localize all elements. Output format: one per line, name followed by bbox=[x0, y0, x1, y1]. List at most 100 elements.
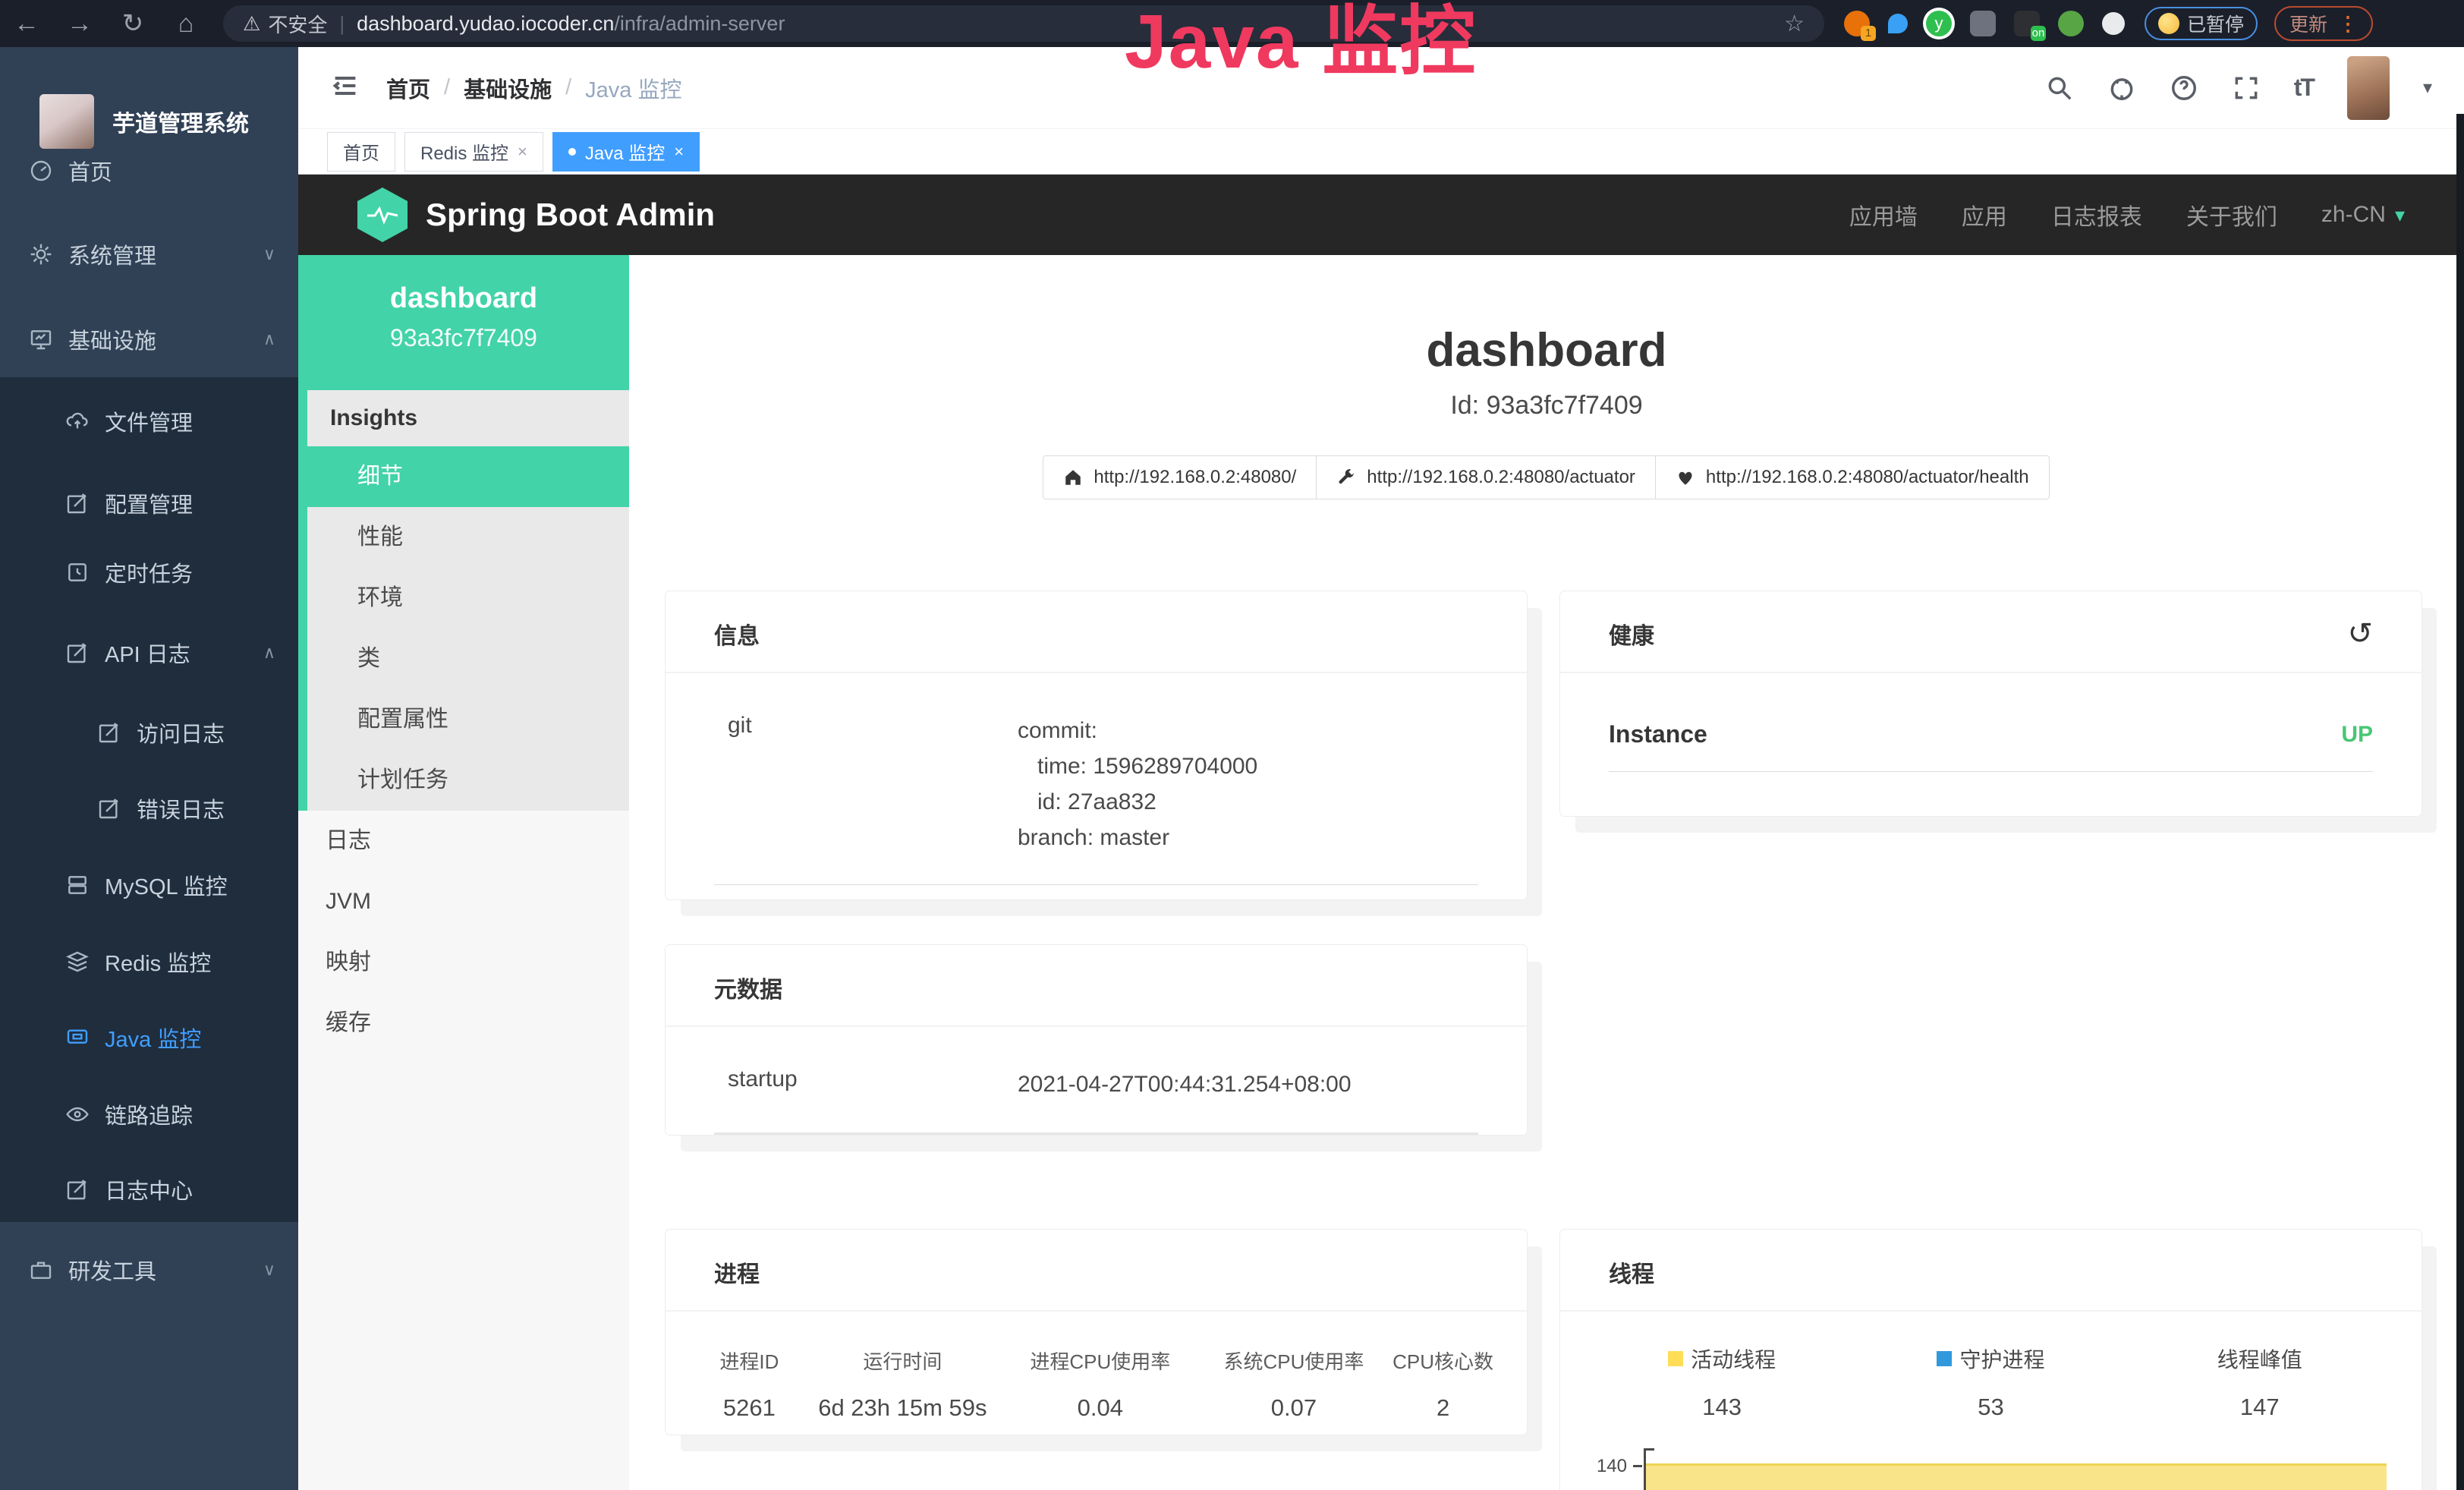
health-url-button[interactable]: http://192.168.0.2:48080/actuator/health bbox=[1655, 455, 2050, 499]
help-icon[interactable] bbox=[2170, 74, 2198, 102]
extensions-puzzle-icon[interactable] bbox=[2102, 12, 2125, 35]
breadcrumb-separator: / bbox=[444, 75, 450, 100]
forward-icon[interactable]: → bbox=[53, 9, 106, 39]
user-menu-caret-icon[interactable]: ▾ bbox=[2423, 77, 2432, 99]
sba-item-details[interactable]: 细节 bbox=[298, 446, 629, 507]
sidebar-item-tracing[interactable]: 链路追踪 bbox=[0, 1089, 298, 1139]
sba-section-insights: Insights bbox=[307, 390, 629, 446]
sba-item-logs[interactable]: 日志 bbox=[298, 811, 629, 871]
git-id-line: id: 27aa832 bbox=[1018, 784, 1257, 820]
tab-redis-monitor[interactable]: Redis 监控 × bbox=[404, 132, 543, 172]
java-monitor-icon bbox=[65, 1025, 90, 1050]
bookmark-star-icon[interactable]: ☆ bbox=[1784, 11, 1805, 37]
history-icon[interactable]: ↺ bbox=[2347, 619, 2373, 649]
legend-label: 守护进程 bbox=[1959, 1344, 2044, 1374]
card-process-title: 进程 bbox=[714, 1255, 760, 1289]
card-health: 健康 ↺ Instance UP bbox=[1560, 591, 2422, 816]
sba-item-classes[interactable]: 类 bbox=[307, 628, 629, 689]
url-divider: | bbox=[339, 12, 345, 36]
tab-java-monitor[interactable]: Java 监控 × bbox=[552, 132, 700, 172]
threads-legend-row: 活动线程 守护进程 线程峰值 bbox=[1588, 1344, 2394, 1374]
font-size-icon[interactable]: tT bbox=[2294, 74, 2314, 102]
sba-item-metrics[interactable]: 性能 bbox=[307, 507, 629, 568]
close-icon[interactable]: × bbox=[518, 142, 527, 162]
browser-update-button[interactable]: 更新 ⋮ bbox=[2274, 6, 2373, 41]
sba-nav-about[interactable]: 关于我们 bbox=[2186, 198, 2277, 232]
sba-item-caches[interactable]: 缓存 bbox=[298, 993, 629, 1054]
browser-menu-icon[interactable]: ⋮ bbox=[2338, 12, 2358, 36]
sidebar-item-system[interactable]: 系统管理 ∨ bbox=[0, 229, 298, 279]
url-bar[interactable]: ⚠ 不安全 | dashboard.yudao.iocoder.cn /infr… bbox=[223, 5, 1824, 42]
sba-logo-icon[interactable] bbox=[357, 187, 408, 242]
sba-nav-wallboard[interactable]: 应用墙 bbox=[1849, 198, 1918, 232]
cloud-upload-icon bbox=[65, 409, 90, 433]
extension-badge: 1 bbox=[1861, 26, 1876, 41]
sba-item-mappings[interactable]: 映射 bbox=[298, 932, 629, 993]
extension-icon-green-y[interactable]: y bbox=[1926, 11, 1952, 36]
sidebar-item-home[interactable]: 首页 bbox=[0, 146, 298, 196]
database-icon bbox=[65, 873, 90, 897]
sidebar-item-error-log[interactable]: 错误日志 bbox=[0, 783, 298, 833]
sidebar-item-label: MySQL 监控 bbox=[105, 869, 228, 901]
sba-brand[interactable]: Spring Boot Admin bbox=[426, 197, 715, 233]
sba-instance-panel[interactable]: dashboard 93a3fc7f7409 bbox=[298, 255, 629, 390]
sidebar-item-java-monitor[interactable]: Java 监控 bbox=[0, 1013, 298, 1063]
breadcrumb-home[interactable]: 首页 bbox=[386, 72, 430, 104]
sidebar-item-label: 研发工具 bbox=[68, 1254, 156, 1286]
sba-item-jvm[interactable]: JVM bbox=[298, 871, 629, 932]
home-icon[interactable]: ⌂ bbox=[159, 9, 212, 39]
tab-home[interactable]: 首页 bbox=[327, 132, 395, 172]
security-warning-icon[interactable]: ⚠ bbox=[243, 12, 260, 36]
sba-nav-journal[interactable]: 日志报表 bbox=[2051, 198, 2142, 232]
sba-nav-applications[interactable]: 应用 bbox=[1962, 198, 2007, 232]
process-col-cores: CPU核心数 bbox=[1386, 1347, 1499, 1375]
extension-icon-pin[interactable] bbox=[1888, 14, 1908, 33]
legend-peak-threads: 线程峰值 bbox=[2217, 1344, 2302, 1374]
user-avatar[interactable] bbox=[2347, 56, 2390, 120]
extension-icon-dark[interactable]: on bbox=[2014, 11, 2040, 36]
sidebar-item-infra[interactable]: 基础设施 ∧ bbox=[0, 314, 298, 364]
extension-icon-leaf[interactable] bbox=[2058, 11, 2084, 36]
git-time-line: time: 1596289704000 bbox=[1018, 748, 1257, 784]
breadcrumb-infra[interactable]: 基础设施 bbox=[464, 72, 552, 104]
security-label[interactable]: 不安全 bbox=[268, 10, 327, 38]
process-cores: 2 bbox=[1386, 1394, 1499, 1422]
close-icon[interactable]: × bbox=[674, 142, 684, 162]
header-actions: tT ▾ bbox=[2045, 56, 2432, 120]
sba-language-select[interactable]: zh-CN ▾ bbox=[2321, 202, 2405, 228]
sidebar-item-jobs[interactable]: 定时任务 bbox=[0, 547, 298, 597]
sidebar-item-dev-tools[interactable]: 研发工具 ∨ bbox=[0, 1245, 298, 1295]
extension-icon-grid[interactable] bbox=[1970, 11, 1996, 36]
card-threads-title: 线程 bbox=[1609, 1255, 1654, 1289]
sidebar-item-files[interactable]: 文件管理 bbox=[0, 396, 298, 446]
sidebar-collapse-icon[interactable] bbox=[330, 71, 360, 105]
sidebar-item-config[interactable]: 配置管理 bbox=[0, 478, 298, 528]
sidebar-item-access-log[interactable]: 访问日志 bbox=[0, 707, 298, 758]
instance-id: 93a3fc7f7409 bbox=[298, 324, 629, 352]
service-url-button[interactable]: http://192.168.0.2:48080/ bbox=[1043, 455, 1317, 499]
app-title: 芋道管理系统 bbox=[112, 105, 249, 138]
extension-icon-orange[interactable]: 1 bbox=[1844, 11, 1870, 36]
github-icon[interactable] bbox=[2107, 74, 2136, 102]
sba-body: dashboard 93a3fc7f7409 Insights 细节 性能 环境… bbox=[298, 255, 2464, 1490]
health-url: http://192.168.0.2:48080/actuator/health bbox=[1706, 467, 2029, 488]
reload-icon[interactable]: ↻ bbox=[106, 8, 159, 39]
home-icon bbox=[1063, 468, 1083, 487]
sidebar-item-mysql[interactable]: MySQL 监控 bbox=[0, 860, 298, 910]
actuator-url-button[interactable]: http://192.168.0.2:48080/actuator bbox=[1316, 455, 1656, 499]
chevron-down-icon: ∨ bbox=[263, 244, 275, 264]
paused-label: 已暂停 bbox=[2187, 10, 2244, 37]
sidebar-item-log-center[interactable]: 日志中心 bbox=[0, 1164, 298, 1214]
card-info: 信息 git commit: time: 1596289704000 id: 2… bbox=[666, 591, 1527, 899]
health-status-badge: UP bbox=[2341, 722, 2373, 748]
sba-item-environment[interactable]: 环境 bbox=[307, 568, 629, 628]
edit-icon bbox=[97, 796, 121, 821]
sidebar-item-redis[interactable]: Redis 监控 bbox=[0, 937, 298, 987]
sba-item-config-props[interactable]: 配置属性 bbox=[307, 689, 629, 750]
fullscreen-icon[interactable] bbox=[2232, 74, 2261, 102]
sidebar-item-api-log[interactable]: API 日志 ∧ bbox=[0, 628, 298, 678]
search-icon[interactable] bbox=[2045, 74, 2074, 102]
profile-paused-chip[interactable]: 已暂停 bbox=[2145, 7, 2258, 40]
back-icon[interactable]: ← bbox=[0, 9, 53, 39]
sba-item-scheduled-tasks[interactable]: 计划任务 bbox=[307, 750, 629, 811]
